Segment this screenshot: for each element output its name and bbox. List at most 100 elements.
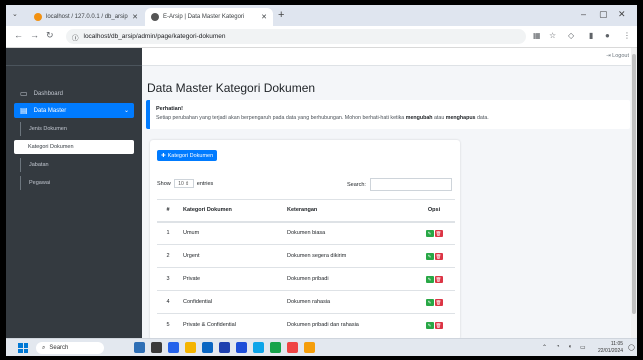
row-description: Dokumen pribadi — [283, 267, 413, 291]
edit-button[interactable]: ✎ — [425, 252, 434, 260]
windows-start-icon[interactable] — [18, 343, 28, 353]
notification-icon[interactable]: ◯ — [628, 344, 635, 351]
clock-time: 11:05 — [610, 341, 624, 347]
row-category: Private & Confidential — [179, 313, 283, 337]
wifi-icon[interactable]: ◔ — [556, 344, 560, 350]
search-icon: ⌕ — [42, 344, 46, 351]
reload-icon[interactable]: ↻ — [46, 30, 54, 41]
back-icon[interactable]: ← — [14, 30, 23, 40]
sidebar-sub-label: Pegawai — [29, 180, 51, 186]
app-icon[interactable] — [236, 342, 247, 353]
delete-button[interactable]: 🗑 — [434, 275, 443, 283]
sidebar-sub-jabatan[interactable]: Jabatan — [20, 158, 134, 172]
edit-button[interactable]: ✎ — [425, 298, 434, 306]
row-category: Private — [179, 267, 283, 291]
plus-icon: ✚ — [161, 152, 166, 159]
delete-button[interactable]: 🗑 — [434, 298, 443, 306]
scrollbar-thumb[interactable] — [632, 54, 636, 314]
sidebar-item-dashboard[interactable]: ▭ Dashboard — [14, 86, 134, 101]
add-category-button[interactable]: ✚ Kategori Dokumen — [157, 150, 218, 161]
weather-icon[interactable] — [134, 342, 145, 353]
column-header: Opsi — [413, 199, 455, 223]
category-table: # Kategori Dokumen Keterangan Opsi 1 Umu… — [157, 199, 455, 337]
delete-button[interactable]: 🗑 — [434, 321, 443, 329]
chevron-down-icon: ⌄ — [123, 108, 129, 114]
taskbar-search-label: Search — [49, 345, 69, 351]
column-header[interactable]: # — [157, 199, 179, 223]
windows-taskbar: ⌕ Search ⌃ ◔ ◖ ▭ 11:05 22/01/2024 ◯ — [6, 338, 637, 356]
tray-chevron-icon[interactable]: ⌃ — [542, 344, 547, 351]
store-icon[interactable] — [219, 342, 230, 353]
browser-window: ⌄ localhost / 127.0.0.1 / db_arsip ✕ E-A… — [6, 5, 637, 356]
sidebar-brand — [6, 48, 142, 66]
tab-search-icon[interactable]: ⌄ — [12, 10, 18, 18]
minimize-button[interactable]: – — [581, 9, 586, 19]
edit-button[interactable]: ✎ — [425, 321, 434, 329]
table-row: 1 Umum Dokumen biasa ✎ 🗑 — [157, 221, 455, 245]
search-input[interactable] — [369, 178, 452, 191]
url-input[interactable]: ⓘ localhost/db_arsip/admin/page/kategori… — [66, 29, 526, 44]
app-icon[interactable] — [202, 342, 213, 353]
table-row: 3 Private Dokumen pribadi ✎ 🗑 — [157, 267, 455, 291]
teams-icon[interactable] — [168, 342, 179, 353]
chrome-icon[interactable] — [270, 342, 281, 353]
logout-link[interactable]: ⇥ Logout — [606, 53, 629, 59]
volume-icon[interactable]: ◖ — [568, 344, 572, 350]
show-label: Show — [157, 180, 171, 187]
page-title: Data Master Kategori Dokumen — [147, 81, 316, 95]
system-clock[interactable]: 11:05 22/01/2024 — [598, 341, 623, 355]
phpmyadmin-icon — [34, 13, 42, 21]
sidebar-sub-kategori-dokumen[interactable]: Kategori Dokumen — [14, 140, 134, 154]
menu-icon[interactable]: ⋮ — [623, 31, 631, 40]
column-header[interactable]: Kategori Dokumen — [179, 199, 283, 223]
sidebar-sub-pegawai[interactable]: Pegawai — [20, 176, 134, 190]
top-navbar: ⇥ Logout — [142, 48, 637, 66]
add-button-label: Kategori Dokumen — [167, 152, 214, 159]
sidepanel-icon[interactable]: ▮ — [589, 31, 593, 40]
column-header[interactable]: Keterangan — [283, 199, 413, 223]
entries-select[interactable]: 10 ⇕ — [173, 179, 194, 188]
maximize-button[interactable]: ▢ — [599, 9, 608, 20]
app-icon[interactable] — [287, 342, 298, 353]
forward-icon[interactable]: → — [30, 30, 39, 40]
sidebar-sub-jenis-dokumen[interactable]: Jenis Dokumen — [20, 122, 134, 136]
battery-icon[interactable]: ▭ — [580, 344, 586, 351]
row-description: Dokumen rahasia — [283, 290, 413, 314]
table-row: 5 Private & Confidential Dokumen pribadi… — [157, 313, 455, 337]
edit-button[interactable]: ✎ — [425, 275, 434, 283]
app-icon[interactable] — [304, 342, 315, 353]
profile-icon[interactable]: ● — [605, 31, 610, 40]
tab-title: E-Arsip | Data Master Kategori — [163, 14, 245, 20]
close-tab-icon[interactable]: ✕ — [132, 13, 138, 21]
extensions-icon[interactable]: ◇ — [568, 31, 574, 40]
task-view-icon[interactable] — [151, 342, 162, 353]
row-description: Dokumen pribadi dan rahasia — [283, 313, 413, 337]
translate-icon[interactable]: ▦ — [533, 31, 541, 40]
callout-title: Perhatian! — [156, 106, 183, 112]
table-header-row: # Kategori Dokumen Keterangan Opsi — [157, 199, 455, 223]
site-info-icon[interactable]: ⓘ — [72, 32, 79, 42]
database-icon: ▤ — [20, 106, 28, 115]
browser-tab-phpmyadmin[interactable]: localhost / 127.0.0.1 / db_arsip ✕ — [28, 8, 144, 26]
edit-button[interactable]: ✎ — [425, 229, 434, 237]
close-window-button[interactable]: ✕ — [618, 9, 626, 20]
close-tab-icon[interactable]: ✕ — [261, 13, 267, 21]
delete-button[interactable]: 🗑 — [434, 229, 443, 237]
site-icon — [151, 13, 159, 21]
new-tab-button[interactable]: + — [278, 9, 284, 21]
sidebar-item-label: Dashboard — [33, 90, 63, 97]
url-text: localhost/db_arsip/admin/page/kategori-d… — [83, 33, 226, 40]
row-number: 1 — [157, 221, 179, 245]
taskbar-search[interactable]: ⌕ Search — [36, 342, 104, 354]
delete-button[interactable]: 🗑 — [434, 252, 443, 260]
row-number: 5 — [157, 313, 179, 337]
row-number: 4 — [157, 290, 179, 314]
row-category: Umum — [179, 221, 283, 245]
row-number: 3 — [157, 267, 179, 291]
browser-tab-earsip[interactable]: E-Arsip | Data Master Kategori ✕ — [145, 8, 273, 26]
bookmark-star-icon[interactable]: ☆ — [549, 31, 556, 40]
file-explorer-icon[interactable] — [185, 342, 196, 353]
page-scrollbar[interactable] — [631, 48, 637, 338]
sidebar-item-data-master[interactable]: ▤ Data Master ⌄ — [14, 103, 134, 118]
edge-icon[interactable] — [253, 342, 264, 353]
